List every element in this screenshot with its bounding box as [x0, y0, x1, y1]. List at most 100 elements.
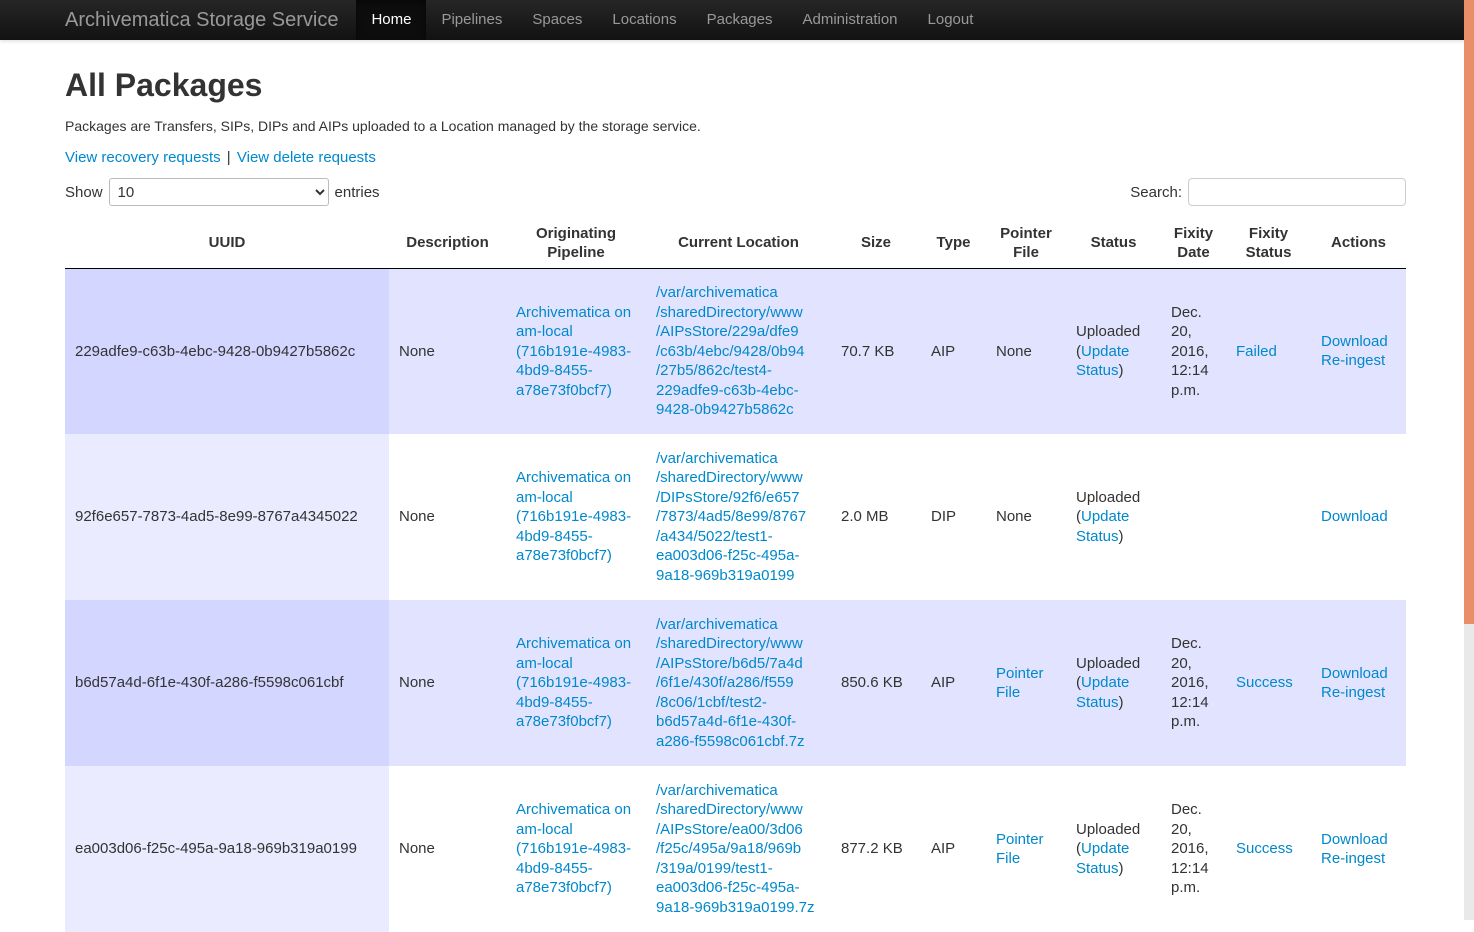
cell-status: Uploaded (Update Status) [1066, 434, 1161, 600]
packages-table: UUID Description Originating Pipeline Cu… [65, 220, 1406, 932]
cell-location: ​/var​/archivematica​/sharedDirectory​/w… [646, 766, 831, 932]
reingest-link[interactable]: Re-ingest [1321, 683, 1396, 703]
location-link[interactable]: ​/var​/archivematica​/sharedDirectory​/w… [656, 450, 806, 584]
col-header-type[interactable]: Type [921, 220, 986, 268]
cell-size: 877.2 KB [831, 766, 921, 932]
table-row: ea003d06-f25c-495a-9a18-969b319a0199 Non… [65, 766, 1406, 932]
pipeline-link[interactable]: Archivematica on am-local (716b191e-4983… [516, 469, 631, 564]
cell-description: None [389, 434, 506, 600]
nav-item-locations[interactable]: Locations [597, 0, 691, 40]
main-content: All Packages Packages are Transfers, SIP… [65, 66, 1406, 932]
cell-location: ​/var​/archivematica​/sharedDirectory​/w… [646, 434, 831, 600]
cell-pipeline: Archivematica on am-local (716b191e-4983… [506, 434, 646, 600]
table-row: 92f6e657-7873-4ad5-8e99-8767a4345022 Non… [65, 434, 1406, 600]
link-separator: | [227, 149, 231, 166]
cell-location: ​/var​/archivematica​/sharedDirectory​/w… [646, 268, 831, 434]
col-header-fixity-status[interactable]: Fixity Status [1226, 220, 1311, 268]
cell-description: None [389, 600, 506, 766]
col-header-originating-pipeline[interactable]: Originating Pipeline [506, 220, 646, 268]
cell-fixity-date [1161, 434, 1226, 600]
cell-actions: Download [1311, 434, 1406, 600]
col-header-uuid[interactable]: UUID [65, 220, 389, 268]
cell-description: None [389, 766, 506, 932]
cell-type: AIP [921, 766, 986, 932]
col-header-fixity-date[interactable]: Fixity Date [1161, 220, 1226, 268]
location-link[interactable]: ​/var​/archivematica​/sharedDirectory​/w… [656, 284, 804, 418]
location-link[interactable]: ​/var​/archivematica​/sharedDirectory​/w… [656, 782, 814, 916]
nav-item-packages[interactable]: Packages [692, 0, 788, 40]
pipeline-link[interactable]: Archivematica on am-local (716b191e-4983… [516, 801, 631, 896]
entries-label: entries [335, 184, 380, 201]
scrollbar-thumb[interactable] [1464, 0, 1474, 624]
page-title: All Packages [65, 66, 1406, 104]
fixity-status-link[interactable]: Failed [1236, 343, 1277, 360]
cell-fixity-status: Success [1226, 766, 1311, 932]
cell-description: None [389, 268, 506, 434]
nav-item-logout[interactable]: Logout [913, 0, 989, 40]
reingest-link[interactable]: Re-ingest [1321, 849, 1396, 869]
pipeline-link[interactable]: Archivematica on am-local (716b191e-4983… [516, 304, 631, 399]
request-links: View recovery requests | View delete req… [65, 148, 1406, 168]
top-navbar: Archivematica Storage Service Home Pipel… [0, 0, 1474, 40]
nav-item-pipelines[interactable]: Pipelines [426, 0, 517, 40]
status-text-close: ) [1119, 860, 1124, 877]
cell-pointer-file: None [986, 268, 1066, 434]
show-label: Show [65, 184, 103, 201]
cell-actions: DownloadRe-ingest [1311, 766, 1406, 932]
cell-fixity-date: Dec. 20, 2016, 12:14 p.m. [1161, 268, 1226, 434]
view-delete-requests-link[interactable]: View delete requests [237, 149, 376, 166]
download-link[interactable]: Download [1321, 507, 1396, 527]
cell-size: 850.6 KB [831, 600, 921, 766]
pipeline-link[interactable]: Archivematica on am-local (716b191e-4983… [516, 635, 631, 730]
cell-uuid: ea003d06-f25c-495a-9a18-969b319a0199 [65, 766, 389, 932]
col-header-size[interactable]: Size [831, 220, 921, 268]
entries-length-control: Show 10 entries [65, 178, 380, 206]
col-header-description[interactable]: Description [389, 220, 506, 268]
table-row: 229adfe9-c63b-4ebc-9428-0b9427b5862c Non… [65, 268, 1406, 434]
table-row: b6d57a4d-6f1e-430f-a286-f5598c061cbf Non… [65, 600, 1406, 766]
view-recovery-requests-link[interactable]: View recovery requests [65, 149, 221, 166]
cell-uuid: 229adfe9-c63b-4ebc-9428-0b9427b5862c [65, 268, 389, 434]
col-header-status[interactable]: Status [1066, 220, 1161, 268]
cell-uuid: b6d57a4d-6f1e-430f-a286-f5598c061cbf [65, 600, 389, 766]
cell-fixity-status [1226, 434, 1311, 600]
cell-pointer-file: Pointer File [986, 600, 1066, 766]
cell-actions: DownloadRe-ingest [1311, 600, 1406, 766]
cell-fixity-date: Dec. 20, 2016, 12:14 p.m. [1161, 600, 1226, 766]
entries-select[interactable]: 10 [109, 178, 329, 206]
cell-fixity-status: Success [1226, 600, 1311, 766]
location-link[interactable]: ​/var​/archivematica​/sharedDirectory​/w… [656, 616, 804, 750]
status-text-close: ) [1119, 528, 1124, 545]
pointer-file-link[interactable]: Pointer File [996, 831, 1044, 868]
search-label: Search: [1130, 184, 1182, 201]
scrollbar-track[interactable] [1464, 0, 1474, 920]
cell-location: ​/var​/archivematica​/sharedDirectory​/w… [646, 600, 831, 766]
fixity-status-link[interactable]: Success [1236, 840, 1293, 857]
nav-item-spaces[interactable]: Spaces [517, 0, 597, 40]
cell-fixity-date: Dec. 20, 2016, 12:14 p.m. [1161, 766, 1226, 932]
search-input[interactable] [1188, 178, 1406, 206]
download-link[interactable]: Download [1321, 332, 1396, 352]
pointer-file-text: None [996, 343, 1032, 360]
fixity-status-link[interactable]: Success [1236, 674, 1293, 691]
nav-item-home[interactable]: Home [356, 0, 426, 40]
col-header-pointer-file[interactable]: Pointer File [986, 220, 1066, 268]
page-intro: Packages are Transfers, SIPs, DIPs and A… [65, 116, 1406, 136]
col-header-actions[interactable]: Actions [1311, 220, 1406, 268]
reingest-link[interactable]: Re-ingest [1321, 351, 1396, 371]
cell-pointer-file: None [986, 434, 1066, 600]
pointer-file-link[interactable]: Pointer File [996, 665, 1044, 702]
cell-pipeline: Archivematica on am-local (716b191e-4983… [506, 600, 646, 766]
nav-item-administration[interactable]: Administration [787, 0, 912, 40]
cell-uuid: 92f6e657-7873-4ad5-8e99-8767a4345022 [65, 434, 389, 600]
cell-size: 2.0 MB [831, 434, 921, 600]
cell-type: DIP [921, 434, 986, 600]
cell-pipeline: Archivematica on am-local (716b191e-4983… [506, 268, 646, 434]
download-link[interactable]: Download [1321, 830, 1396, 850]
col-header-current-location[interactable]: Current Location [646, 220, 831, 268]
cell-actions: DownloadRe-ingest [1311, 268, 1406, 434]
cell-type: AIP [921, 600, 986, 766]
cell-pipeline: Archivematica on am-local (716b191e-4983… [506, 766, 646, 932]
download-link[interactable]: Download [1321, 664, 1396, 684]
cell-status: Uploaded (Update Status) [1066, 600, 1161, 766]
